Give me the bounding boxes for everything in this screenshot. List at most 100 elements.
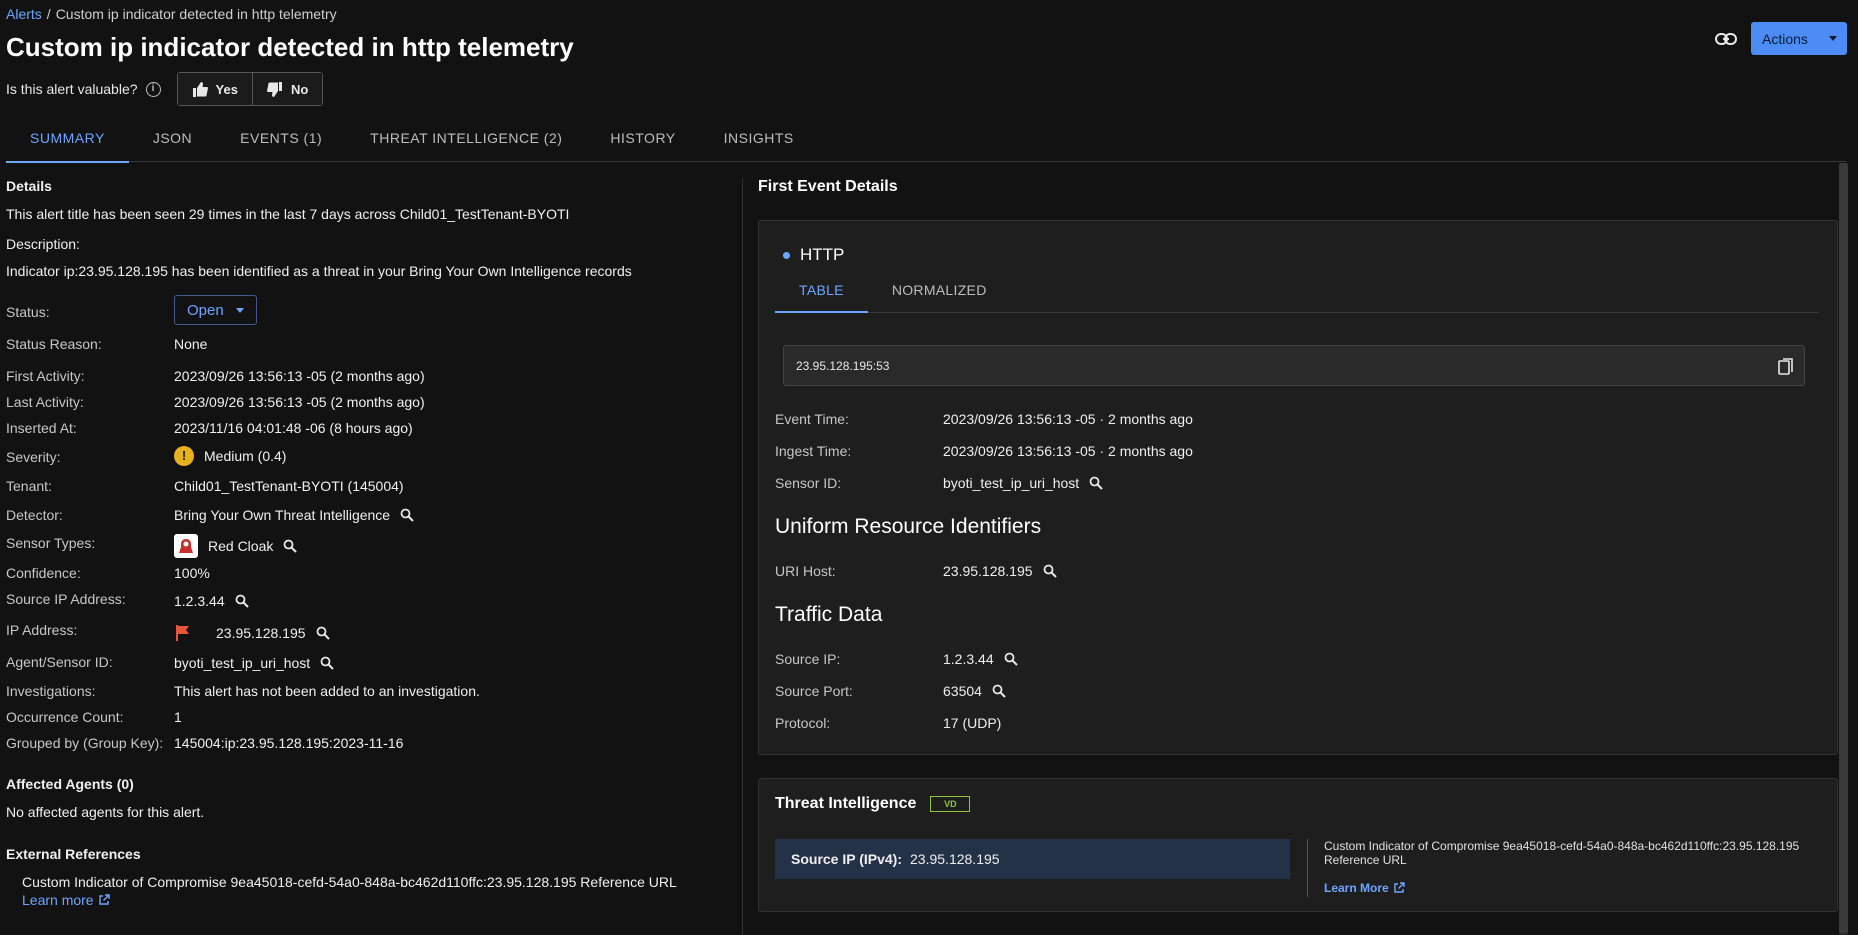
flag-icon [176,625,189,641]
uri-host-label: URI Host: [775,563,836,579]
traffic-section-title: Traffic Data [775,603,883,626]
vote-group: Yes No [176,72,324,106]
threat-intel-source-ip: Source IP (IPv4): 23.95.128.195 [775,839,1290,879]
tab-insights[interactable]: INSIGHTS [700,118,818,162]
tenant-label: Tenant: [6,478,52,494]
endpoint-value: 23.95.128.195:53 [796,358,890,373]
detector-label: Detector: [6,507,63,523]
search-icon[interactable] [1004,652,1018,666]
search-icon[interactable] [1043,564,1057,578]
http-event-card: HTTP TABLE NORMALIZED 23.95.128.195:53 E… [758,220,1838,755]
threat-intel-heading: Threat Intelligence VD [775,795,971,813]
search-icon[interactable] [1089,476,1103,490]
description-label: Description: [6,236,80,252]
info-icon[interactable]: i [145,81,161,97]
event-type: HTTP [800,245,845,264]
details-panel: Details This alert title has been seen 2… [6,178,726,935]
event-time-label: Event Time: [775,411,849,427]
source-ip-value: 1.2.3.44 [174,593,225,609]
occurrence-label: Occurrence Count: [6,709,124,725]
external-learn-more-link[interactable]: Learn more [22,892,110,908]
detector-value: Bring Your Own Threat Intelligence [174,507,391,523]
first-event-title: First Event Details [758,178,898,195]
external-link-icon [1393,882,1405,893]
learn-more-label: Learn more [22,892,94,908]
source-port-value: 63504 [943,683,982,699]
breadcrumb-separator: / [46,6,51,22]
agent-sensor-label: Agent/Sensor ID: [6,654,113,670]
status-value: Open [187,301,224,319]
threat-intel-title: Threat Intelligence [775,795,917,812]
ingest-time-value: 2023/09/26 13:56:13 -05 · 2 months ago [943,443,1193,459]
severity-label: Severity: [6,449,61,465]
copy-icon[interactable] [1778,358,1794,376]
warning-icon: ! [174,446,194,466]
uri-section-title: Uniform Resource Identifiers [775,515,1042,538]
sensor-id-value: byoti_test_ip_uri_host [943,475,1080,491]
tab-events[interactable]: EVENTS (1) [216,118,346,162]
ti-learn-more-label: Learn More [1324,881,1389,895]
uri-host-value: 23.95.128.195 [943,563,1033,579]
sensor-types-label: Sensor Types: [6,535,96,551]
investigations-value: This alert has not been added to an inve… [174,683,480,699]
vote-no-button[interactable]: No [251,73,323,105]
tab-history[interactable]: HISTORY [586,118,699,162]
group-key-value: 145004:ip:23.95.128.195:2023-11-16 [174,735,404,751]
ti-source-ip-value: 23.95.128.195 [910,851,1000,867]
event-dot-icon [783,251,790,259]
search-icon[interactable] [235,594,249,608]
event-type-heading: HTTP [783,245,844,265]
external-references-title: External References [6,846,141,862]
panel-divider [742,178,743,935]
tab-normalized[interactable]: NORMALIZED [868,271,1011,312]
agent-sensor-value: byoti_test_ip_uri_host [174,655,311,671]
ingest-time-label: Ingest Time: [775,443,852,459]
feedback-question: Is this alert valuable? [6,81,138,97]
vote-no-label: No [290,81,309,97]
sensor-id-label: Sensor ID: [775,475,842,491]
ip-address-value: 23.95.128.195 [216,625,306,641]
vote-yes-label: Yes [215,81,238,97]
thumbs-down-icon [266,81,282,97]
tab-summary[interactable]: SUMMARY [6,118,129,163]
tab-table[interactable]: TABLE [775,271,868,313]
source-port-label: Source Port: [775,683,853,699]
scrollbar-thumb[interactable] [1839,163,1848,933]
vote-yes-button[interactable]: Yes [177,73,252,105]
status-dropdown[interactable]: Open [174,295,257,325]
inserted-at-value: 2023/11/16 04:01:48 -06 (8 hours ago) [174,420,413,436]
page-title: Custom ip indicator detected in http tel… [6,32,574,62]
affected-agents-label: Affected Agents [6,776,113,792]
tab-json[interactable]: JSON [129,118,216,162]
copy-link-icon[interactable] [1714,28,1738,50]
search-icon[interactable] [283,539,298,553]
affected-agents-title: Affected Agents (0) [6,776,134,792]
description-text: Indicator ip:23.95.128.195 has been iden… [6,263,632,279]
severity-value: Medium (0.4) [204,448,287,464]
threat-intel-logo-text: VD [944,799,957,809]
event-subtabs: TABLE NORMALIZED [775,271,1819,313]
ti-reference-text: Custom Indicator of Compromise 9ea45018-… [1324,839,1800,867]
first-activity-value: 2023/09/26 13:56:13 -05 (2 months ago) [174,368,425,384]
inserted-at-label: Inserted At: [6,420,77,436]
search-icon[interactable] [400,508,414,522]
actions-button[interactable]: Actions [1751,22,1847,55]
threat-intel-logo-icon: VD [930,796,971,812]
investigations-label: Investigations: [6,683,96,699]
search-icon[interactable] [316,626,330,640]
affected-agents-count: (0) [116,776,134,792]
search-icon[interactable] [992,684,1006,698]
ti-learn-more-link[interactable]: Learn More [1324,881,1405,895]
search-icon[interactable] [320,656,334,670]
traffic-source-ip-value: 1.2.3.44 [943,651,994,667]
tenant-value: Child01_TestTenant-BYOTI (145004) [174,478,404,494]
breadcrumb-current: Custom ip indicator detected in http tel… [55,6,337,22]
thumbs-up-icon [192,81,208,97]
tab-threat-intelligence[interactable]: THREAT INTELLIGENCE (2) [346,118,586,162]
breadcrumb-alerts-link[interactable]: Alerts [6,6,42,22]
tab-bar: SUMMARY JSON EVENTS (1) THREAT INTELLIGE… [6,118,1846,163]
confidence-label: Confidence: [6,565,81,581]
source-ip-label: Source IP Address: [6,591,126,607]
first-activity-label: First Activity: [6,368,85,384]
chevron-down-icon [1829,36,1837,41]
